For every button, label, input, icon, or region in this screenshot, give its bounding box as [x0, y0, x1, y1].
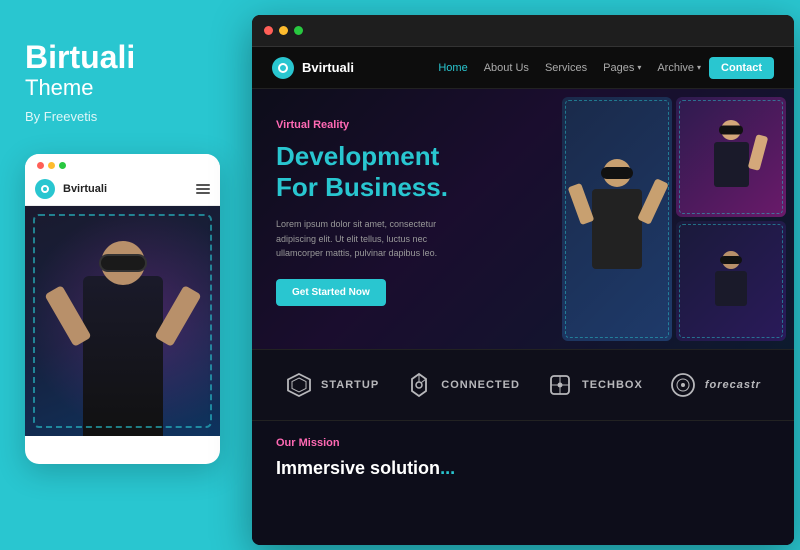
- brand-startup: STARTUP: [285, 371, 379, 399]
- dotted-border-mobile: [33, 214, 212, 428]
- vr-collage: [554, 89, 794, 349]
- browser-top-bar: [252, 15, 794, 47]
- hero-title-accent: .: [441, 172, 448, 202]
- mobile-nav: Bvirtuali: [25, 175, 220, 206]
- mobile-dot-yellow: [48, 162, 55, 169]
- brand-connected-label: CONNECTED: [441, 379, 520, 391]
- nav-link-home[interactable]: Home: [438, 62, 467, 74]
- brand-forecastr-label: forecastr: [705, 379, 761, 391]
- theme-title-bold: Birtuali Theme: [25, 40, 223, 101]
- browser-mockup: Bvirtuali Home About Us Services Pages ▾…: [252, 15, 794, 545]
- nav-link-archive[interactable]: Archive ▾: [657, 62, 701, 74]
- mobile-brand-name: Bvirtuali: [63, 183, 107, 195]
- archive-chevron-icon: ▾: [697, 63, 701, 72]
- browser-dot-yellow: [279, 26, 288, 35]
- connected-icon: [405, 371, 433, 399]
- mission-title: Immersive solution...: [276, 457, 770, 480]
- vr-image-1: [676, 97, 786, 217]
- mobile-dot-red: [37, 162, 44, 169]
- logo-icon: [272, 57, 294, 79]
- browser-dot-green: [294, 26, 303, 35]
- techbox-icon: [546, 371, 574, 399]
- mobile-hero-image: [25, 206, 220, 436]
- mobile-dot-green: [59, 162, 66, 169]
- contact-button[interactable]: Contact: [709, 57, 774, 79]
- brand-forecastr: forecastr: [669, 371, 761, 399]
- mobile-hamburger-icon: [196, 184, 210, 194]
- brands-section: STARTUP CONNECTED: [252, 349, 794, 421]
- nav-links: Home About Us Services Pages ▾ Archive ▾: [438, 62, 701, 74]
- brand-techbox: TECHBOX: [546, 371, 643, 399]
- nav-link-pages[interactable]: Pages ▾: [603, 62, 641, 74]
- mobile-mockup: Bvirtuali: [25, 154, 220, 464]
- vr-image-2: [562, 97, 672, 341]
- browser-dot-red: [264, 26, 273, 35]
- mobile-traffic-lights: [37, 162, 66, 169]
- brand-techbox-label: TECHBOX: [582, 379, 643, 391]
- hero-tag: Virtual Reality: [276, 119, 530, 131]
- site-logo-text: Bvirtuali: [302, 60, 354, 75]
- brand-connected: CONNECTED: [405, 371, 520, 399]
- nav-link-about[interactable]: About Us: [484, 62, 529, 74]
- site-logo: Bvirtuali: [272, 57, 354, 79]
- hero-right: [554, 89, 794, 349]
- hero-left: Virtual Reality Development For Business…: [252, 89, 554, 349]
- theme-author: By Freevetis: [25, 109, 223, 124]
- vr-image-3: [676, 221, 786, 341]
- nav-link-services[interactable]: Services: [545, 62, 587, 74]
- left-panel: Birtuali Theme By Freevetis Bvirtuali: [0, 0, 248, 550]
- hero-section: Virtual Reality Development For Business…: [252, 89, 794, 349]
- mission-tag: Our Mission: [276, 437, 770, 449]
- hero-title: Development For Business.: [276, 141, 530, 203]
- hero-description: Lorem ipsum dolor sit amet, consectetur …: [276, 217, 476, 260]
- pages-chevron-icon: ▾: [637, 63, 641, 72]
- mobile-logo-icon: [35, 179, 55, 199]
- mission-section: Our Mission Immersive solution...: [252, 421, 794, 545]
- brand-startup-label: STARTUP: [321, 379, 379, 391]
- startup-icon: [285, 371, 313, 399]
- hero-cta-button[interactable]: Get Started Now: [276, 279, 386, 306]
- mobile-top-bar: [25, 154, 220, 175]
- site-nav: Bvirtuali Home About Us Services Pages ▾…: [252, 47, 794, 89]
- forecastr-icon: [669, 371, 697, 399]
